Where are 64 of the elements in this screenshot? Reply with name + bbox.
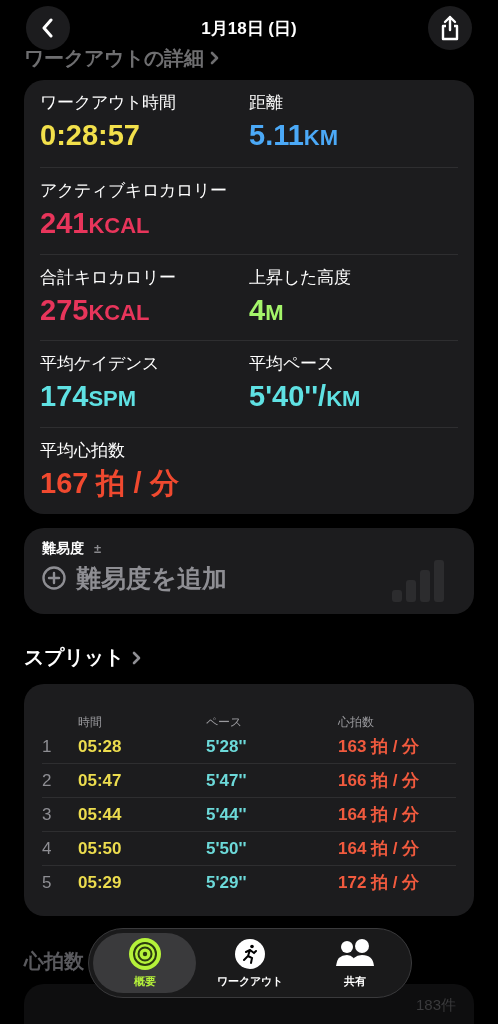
- metric-label: 距離: [249, 92, 283, 114]
- table-cell: 05:29: [78, 865, 206, 899]
- table-cell: 172 拍 / 分: [338, 865, 456, 899]
- difficulty-label: 難易度: [42, 540, 84, 558]
- metric-value: 4: [249, 292, 266, 327]
- table-cell: 164 拍 / 分: [338, 797, 456, 831]
- share-button[interactable]: [428, 6, 472, 50]
- metric-label: 平均ペース: [249, 353, 334, 376]
- column-header: 時間: [78, 714, 103, 730]
- table-cell: 3: [42, 797, 78, 831]
- table-cell: 05:50: [78, 831, 206, 865]
- metric-value: 241: [40, 205, 89, 240]
- table-cell: 5'50'': [206, 831, 338, 865]
- metric-value: 275: [40, 292, 89, 327]
- column-header: 心拍数: [338, 714, 375, 730]
- metric-label: 合計キロカロリー: [40, 266, 176, 289]
- back-button[interactable]: [26, 6, 70, 50]
- table-cell: 2: [42, 763, 78, 797]
- metric-unit: SPM: [88, 386, 137, 413]
- metric-value: 167 拍 / 分: [40, 466, 179, 501]
- metric-unit: KCAL: [88, 212, 150, 239]
- table-cell: 05:47: [78, 763, 206, 797]
- date-title: 1月18日 (日): [201, 17, 297, 40]
- metric-value: 0:28:57: [40, 118, 140, 152]
- runner-icon: [235, 938, 265, 969]
- chevron-icon: [132, 651, 141, 665]
- table-cell: 166 拍 / 分: [338, 763, 456, 797]
- table-cell-text: 163 拍 / 分: [338, 736, 421, 758]
- metric-unit: KCAL: [88, 299, 150, 326]
- metric-value: 174: [40, 379, 89, 414]
- metric-label: 平均心拍数: [40, 440, 125, 463]
- tab[interactable]: ワークアウト: [198, 933, 302, 993]
- chevron-icon: [210, 51, 219, 65]
- table-cell-text: 5'28'': [206, 736, 248, 758]
- metric-label: アクティブキロカロリー: [40, 179, 227, 202]
- add-icon: [42, 566, 66, 591]
- metric-value: 5'40''/: [249, 379, 327, 414]
- table-cell: 164 拍 / 分: [338, 831, 456, 865]
- tab[interactable]: 共有: [303, 933, 407, 993]
- column-header: ペース: [206, 714, 243, 730]
- table-cell: 05:44: [78, 797, 206, 831]
- table-cell: 5'29'': [206, 865, 338, 899]
- rings-icon: [128, 937, 161, 970]
- add-difficulty-button[interactable]: 難易度を追加: [42, 562, 227, 595]
- table-cell: 5: [42, 865, 78, 899]
- section-heading: ワークアウトの詳細: [24, 45, 204, 71]
- metric-unit: KM: [303, 125, 339, 151]
- section-heading: スプリット: [24, 645, 124, 671]
- metric-label: 平均ケイデンス: [40, 353, 159, 376]
- share-icon: [440, 15, 460, 41]
- table-cell-text: 05:28: [78, 736, 123, 758]
- metric-unit: M: [265, 299, 284, 326]
- metric-label: ワークアウト時間: [40, 92, 176, 114]
- metric-unit: KM: [326, 386, 361, 413]
- tab[interactable]: 概要: [93, 933, 197, 993]
- section-heading: 心拍数: [24, 949, 84, 974]
- metric-label: 上昇した高度: [249, 266, 351, 289]
- table-cell: 5'47'': [206, 763, 338, 797]
- table-cell: 4: [42, 831, 78, 865]
- metric-value: 5.11: [249, 118, 304, 152]
- plus-minus-icon: ±: [94, 541, 102, 557]
- table-cell: 5'44'': [206, 797, 338, 831]
- table-cell-text: 1: [42, 736, 53, 758]
- back-icon: [42, 18, 54, 38]
